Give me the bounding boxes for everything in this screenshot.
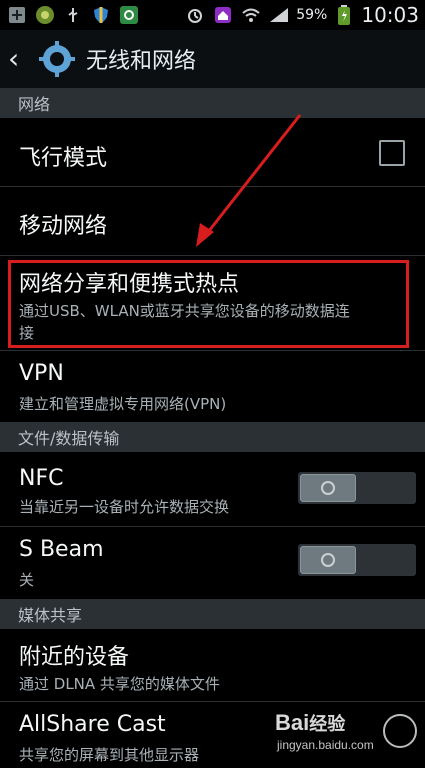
- list-item-nfc[interactable]: NFC 当靠近另一设备时允许数据交换: [0, 452, 425, 526]
- vpn-label: VPN: [19, 361, 64, 386]
- usb-icon: [62, 4, 84, 26]
- page-title: 无线和网络: [86, 49, 197, 74]
- s-beam-toggle[interactable]: [298, 544, 416, 576]
- list-item-tethering[interactable]: 网络分享和便携式热点 通过USB、WLAN或蓝牙共享您设备的移动数据连 接: [0, 256, 425, 350]
- vpn-summary: 建立和管理虚拟专用网络(VPN): [19, 395, 227, 413]
- list-item-nearby-devices[interactable]: 附近的设备 通过 DLNA 共享您的媒体文件: [0, 629, 425, 701]
- action-bar: ‹ 无线和网络: [0, 30, 425, 89]
- shield-icon: [90, 4, 112, 26]
- status-bar: 59% 10:03: [0, 0, 425, 30]
- list-item-s-beam[interactable]: S Beam 关: [0, 527, 425, 599]
- airplane-mode-checkbox[interactable]: [379, 140, 405, 166]
- nearby-devices-summary: 通过 DLNA 共享您的媒体文件: [19, 675, 220, 693]
- battery-percent: 59%: [296, 7, 328, 23]
- section-header-label: 媒体共享: [18, 606, 83, 625]
- section-header-file-transfer: 文件/数据传输: [0, 422, 425, 452]
- nfc-summary: 当靠近另一设备时允许数据交换: [19, 498, 230, 516]
- s-beam-summary: 关: [19, 571, 35, 589]
- section-header-label: 文件/数据传输: [18, 429, 120, 448]
- wifi-icon: [240, 4, 262, 26]
- status-time: 10:03: [361, 3, 419, 27]
- list-item-airplane-mode[interactable]: 飞行模式: [0, 118, 425, 186]
- recycle-icon: [118, 4, 140, 26]
- gear-icon[interactable]: [38, 40, 76, 78]
- back-icon[interactable]: ‹: [8, 30, 36, 88]
- tethering-label: 网络分享和便携式热点: [19, 272, 240, 297]
- watermark-url: jingyan.baidu.com: [277, 738, 374, 752]
- home-icon: [212, 4, 234, 26]
- battery-icon: [333, 4, 355, 26]
- nearby-devices-label: 附近的设备: [19, 645, 130, 670]
- tethering-summary-line2: 接: [19, 324, 35, 342]
- airplane-mode-label: 飞行模式: [19, 146, 108, 171]
- list-item-mobile-network[interactable]: 移动网络: [0, 187, 425, 255]
- toggle-knob: [300, 474, 356, 502]
- circle-icon: [383, 714, 417, 748]
- baidu-watermark: Bai经验 jingyan.baidu.com: [269, 702, 419, 762]
- signal-icon: [268, 4, 290, 26]
- watermark-brand: Bai经验: [275, 710, 346, 735]
- toggle-knob: [300, 546, 356, 574]
- mobile-network-label: 移动网络: [19, 214, 108, 239]
- nfc-toggle[interactable]: [298, 472, 416, 504]
- section-header-network: 网络: [0, 88, 425, 118]
- android-icon: [34, 4, 56, 26]
- allshare-cast-label: AllShare Cast: [19, 712, 166, 737]
- plus-icon: [6, 4, 28, 26]
- alarm-icon: [184, 4, 206, 26]
- section-header-label: 网络: [18, 95, 51, 114]
- list-item-vpn[interactable]: VPN 建立和管理虚拟专用网络(VPN): [0, 351, 425, 421]
- allshare-cast-summary: 共享您的屏幕到其他显示器: [19, 746, 200, 764]
- s-beam-label: S Beam: [19, 537, 104, 562]
- section-header-media-sharing: 媒体共享: [0, 599, 425, 629]
- nfc-label: NFC: [19, 466, 64, 491]
- tethering-summary-line1: 通过USB、WLAN或蓝牙共享您设备的移动数据连: [19, 302, 350, 320]
